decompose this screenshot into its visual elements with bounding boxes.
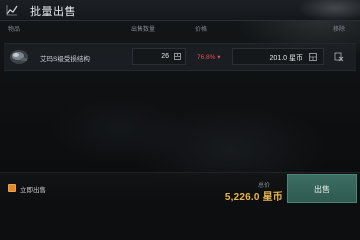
table-row: 艾玛S级受损结构 26 76.8% ▾ 201.0 星币: [4, 43, 356, 71]
page-title: 批量出售: [30, 6, 76, 18]
price-percent-badge: 76.8% ▾: [197, 54, 221, 61]
item-name: 艾玛S级受损结构: [40, 56, 90, 63]
price-value: 201.0 星币: [269, 55, 303, 62]
price-input[interactable]: 201.0 星币: [232, 48, 324, 65]
sell-button[interactable]: 出售: [287, 174, 357, 203]
chart-trend-icon[interactable]: [6, 4, 18, 16]
quantity-value: 26: [161, 53, 169, 60]
column-header-price: 价格: [195, 27, 208, 33]
instant-sell-label: 立即出售: [20, 187, 46, 194]
quantity-box-icon: [174, 53, 181, 60]
column-header-remove: 移除: [333, 27, 346, 33]
instant-sell-checkbox[interactable]: [8, 184, 16, 192]
panel-header: 批量出售: [0, 0, 360, 21]
batch-sell-panel: 批量出售 物品 出售数量 价格 移除 艾玛S级受损结构 26 76.8% ▾ 2…: [0, 0, 360, 203]
price-box-icon: [309, 53, 317, 61]
column-header-quantity: 出售数量: [131, 27, 156, 33]
footer-bar: 立即出售 总价 5,226.0 星币 出售: [0, 172, 360, 203]
ship-part-icon: [8, 47, 30, 67]
remove-icon[interactable]: [334, 52, 344, 62]
total-value: 5,226.0 星币: [224, 192, 283, 203]
header-decoration: [280, 0, 360, 20]
quantity-input[interactable]: 26: [132, 48, 186, 65]
column-header-item: 物品: [8, 27, 21, 33]
